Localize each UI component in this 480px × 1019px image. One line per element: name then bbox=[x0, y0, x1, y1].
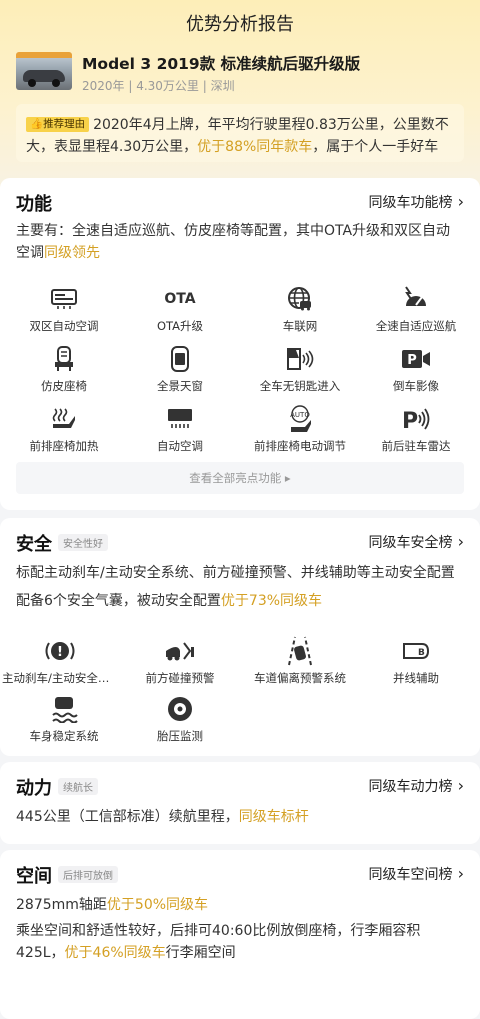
safety-card: 安全安全性好 同级车安全榜 标配主动刹车/主动安全系统、前方碰撞预警、并线辅助等… bbox=[0, 518, 480, 756]
safety-item-collision-warning[interactable]: 前方碰撞预警 bbox=[120, 636, 240, 686]
safety-rank-link[interactable]: 同级车安全榜 bbox=[369, 532, 464, 552]
keyless-entry-icon bbox=[240, 344, 360, 374]
reverse-camera-icon: P bbox=[356, 344, 476, 374]
safety-title: 安全 bbox=[16, 534, 52, 555]
feature-item-seat-heating[interactable]: 前排座椅加热 bbox=[4, 404, 124, 454]
feature-item-adaptive-cruise[interactable]: 全速自适应巡航 bbox=[356, 284, 476, 334]
safety-tag: 安全性好 bbox=[58, 534, 108, 551]
parking-radar-icon: P bbox=[356, 404, 476, 434]
space-card: 空间后排可放倒 同级车空间榜 2875mm轴距优于50%同级车 乘坐空间和舒适性… bbox=[0, 850, 480, 1019]
power-card: 动力续航长 同级车动力榜 445公里（工信部标准）续航里程，同级车标杆 bbox=[0, 762, 480, 844]
safety-item-tire-pressure[interactable]: 胎压监测 bbox=[120, 694, 240, 744]
safety-item-stability[interactable]: 车身稳定系统 bbox=[4, 694, 124, 744]
ota-icon: OTA bbox=[164, 291, 196, 307]
feature-item-power-seat[interactable]: AUTO 前排座椅电动调节 bbox=[240, 404, 360, 454]
view-all-features-button[interactable]: 查看全部亮点功能 bbox=[16, 462, 464, 494]
auto-ac-icon bbox=[120, 404, 240, 434]
space-tag: 后排可放倒 bbox=[58, 866, 118, 883]
power-title: 动力 bbox=[16, 778, 52, 799]
seat-heating-icon bbox=[4, 404, 124, 434]
feature-item-reverse-camera[interactable]: P 倒车影像 bbox=[356, 344, 476, 394]
space-line2: 乘坐空间和舒适性较好，后排可40:60比例放倒座椅，行李厢容积425L，优于46… bbox=[16, 923, 421, 961]
features-title: 功能 bbox=[16, 194, 52, 215]
safety-item-blind-spot[interactable]: B 并线辅助 bbox=[356, 636, 476, 686]
recommend-reason-box: 👍推荐理由 2020年4月上牌，年平均行驶里程0.83万公里，公里数不大，表显里程… bbox=[16, 104, 464, 162]
svg-text:P: P bbox=[402, 409, 418, 431]
lane-departure-icon bbox=[240, 636, 360, 666]
recommend-reason-text: 👍推荐理由 2020年4月上牌，年平均行驶里程0.83万公里，公里数不大，表显里程… bbox=[26, 114, 458, 158]
svg-text:B: B bbox=[418, 648, 425, 658]
leather-seat-icon bbox=[4, 344, 124, 374]
thumbs-up-icon: 👍 bbox=[30, 118, 44, 130]
space-line1: 2875mm轴距优于50%同级车 bbox=[16, 897, 209, 913]
svg-text:P: P bbox=[407, 353, 417, 368]
car-thumbnail bbox=[16, 52, 72, 90]
power-seat-icon: AUTO bbox=[240, 404, 360, 434]
panoramic-sunroof-icon bbox=[120, 344, 240, 374]
tire-pressure-icon bbox=[120, 694, 240, 724]
svg-text:AUTO: AUTO bbox=[290, 411, 310, 419]
safety-header: 安全 安全性好 bbox=[16, 530, 108, 555]
recommend-reason-tag: 👍推荐理由 bbox=[26, 117, 90, 132]
collision-warning-icon bbox=[120, 636, 240, 666]
feature-item-keyless[interactable]: 全车无钥匙进入 bbox=[240, 344, 360, 394]
safety-line2: 配备6个安全气囊，被动安全配置优于73%同级车 bbox=[16, 593, 323, 609]
feature-item-connected-car[interactable]: 车联网 bbox=[240, 284, 360, 334]
power-header: 动力 续航长 bbox=[16, 774, 98, 799]
space-header: 空间 后排可放倒 bbox=[16, 862, 118, 887]
blind-spot-icon: B bbox=[356, 636, 476, 666]
feature-item-ota[interactable]: OTA OTA升级 bbox=[120, 284, 240, 334]
safety-line1: 标配主动刹车/主动安全系统、前方碰撞预警、并线辅助等主动安全配置 bbox=[16, 565, 455, 581]
features-desc: 主要有：全速自适应巡航、仿皮座椅等配置，其中OTA升级和双区自动空调同级领先 bbox=[16, 223, 451, 261]
car-name: Model 3 2019款 标准续航后驱升级版 bbox=[82, 55, 361, 73]
power-tag: 续航长 bbox=[58, 778, 98, 795]
car-meta: 2020年 | 4.30万公里 | 深圳 bbox=[82, 79, 235, 93]
safety-item-lane-departure[interactable]: 车道偏离预警系统 bbox=[240, 636, 360, 686]
features-card: 功能 同级车功能榜 主要有：全速自适应巡航、仿皮座椅等配置，其中OTA升级和双区… bbox=[0, 178, 480, 510]
feature-item-auto-ac[interactable]: 自动空调 bbox=[120, 404, 240, 454]
reason-part2: ，属于个人一手好车 bbox=[312, 139, 439, 155]
dual-zone-ac-icon bbox=[4, 284, 124, 314]
svg-text:!: ! bbox=[57, 645, 63, 660]
feature-item-leather-seat[interactable]: 仿皮座椅 bbox=[4, 344, 124, 394]
feature-item-sunroof[interactable]: 全景天窗 bbox=[120, 344, 240, 394]
feature-item-dual-zone-ac[interactable]: 双区自动空调 bbox=[4, 284, 124, 334]
space-rank-link[interactable]: 同级车空间榜 bbox=[369, 864, 464, 884]
feature-item-parking-radar[interactable]: P 前后驻车雷达 bbox=[356, 404, 476, 454]
active-brake-icon: ! bbox=[0, 636, 120, 666]
car-summary[interactable]: Model 3 2019款 标准续航后驱升级版 2020年 | 4.30万公里 … bbox=[16, 50, 466, 100]
stability-control-icon bbox=[4, 694, 124, 724]
power-desc: 445公里（工信部标准）续航里程，同级车标杆 bbox=[16, 809, 309, 825]
space-title: 空间 bbox=[16, 866, 52, 887]
connected-car-icon bbox=[240, 284, 360, 314]
power-rank-link[interactable]: 同级车动力榜 bbox=[369, 776, 464, 796]
features-header: 功能 bbox=[16, 190, 52, 215]
adaptive-cruise-icon bbox=[356, 284, 476, 314]
features-rank-link[interactable]: 同级车功能榜 bbox=[369, 192, 464, 212]
reason-highlight: 优于88%同年款车 bbox=[197, 139, 313, 155]
safety-item-active-brake[interactable]: ! 主动刹车/主动安全系统 bbox=[0, 636, 120, 686]
page-title: 优势分析报告 bbox=[186, 14, 294, 35]
